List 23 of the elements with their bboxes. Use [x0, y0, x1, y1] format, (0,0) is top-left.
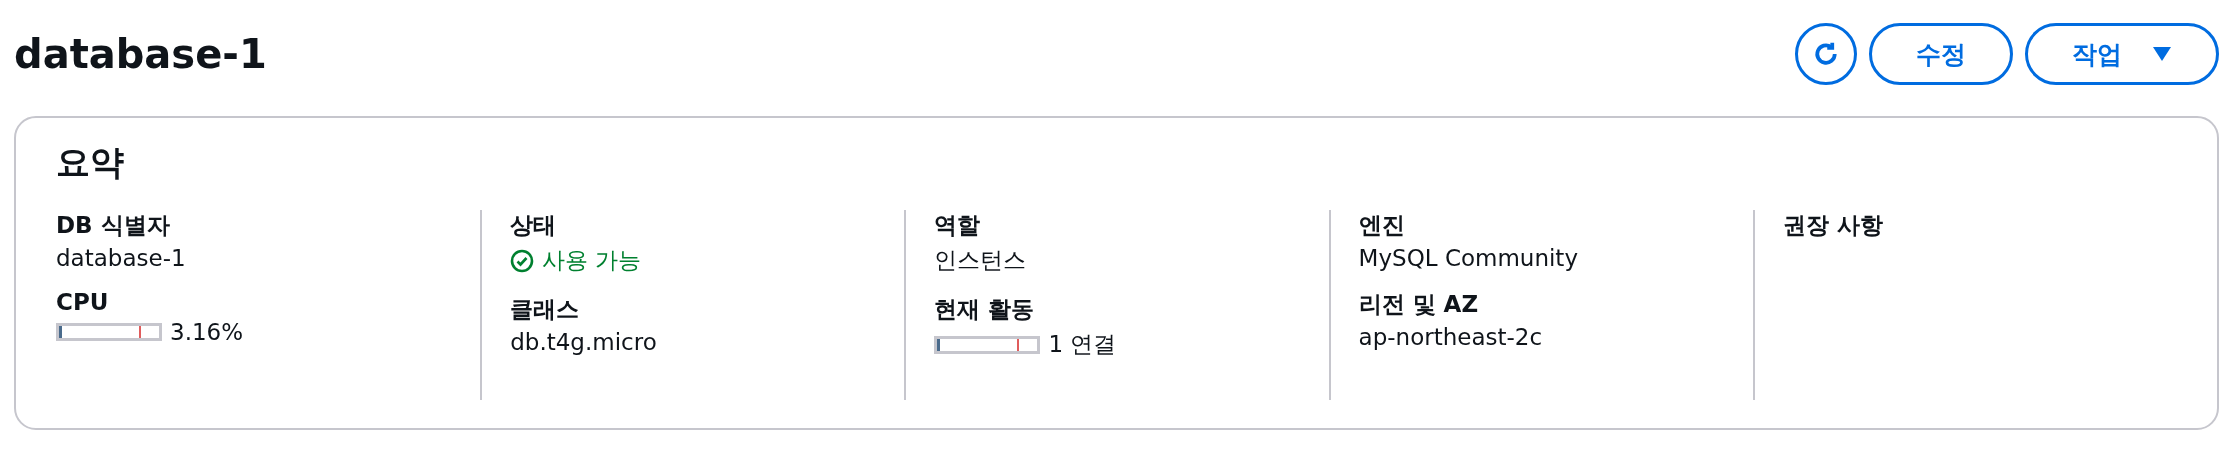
caret-icon	[2152, 46, 2172, 62]
field-label: CPU	[56, 289, 110, 315]
meter-reading: 3.16%	[170, 319, 244, 345]
field-label: 리전 및 AZ	[1358, 290, 1480, 319]
field-value: database-1	[56, 245, 187, 271]
field-value: db.t4g.micro	[510, 329, 658, 355]
meter-reading: 1 연결	[1048, 330, 1117, 359]
field-label: 역할	[934, 211, 982, 240]
page-title: database-1	[14, 31, 267, 77]
actions-dropdown[interactable]: 작업	[2025, 23, 2219, 85]
field-label: 엔진	[1358, 211, 1406, 240]
field-value: 인스턴스	[934, 246, 1028, 275]
field-label: DB 식별자	[56, 211, 171, 240]
status-value: 사용 가능	[510, 245, 877, 276]
field-label: 상태	[510, 211, 558, 240]
field-value: ap-northeast-2c	[1358, 324, 1544, 350]
field-label: 클래스	[510, 295, 581, 324]
edit-button[interactable]: 수정	[1869, 23, 2013, 85]
field-label: 권장 사항	[1782, 211, 1884, 240]
check-circle-icon	[510, 248, 535, 273]
field-value: MySQL Community	[1358, 245, 1579, 271]
field-label: 현재 활동	[934, 295, 1036, 324]
card-title: 요약	[56, 141, 125, 184]
